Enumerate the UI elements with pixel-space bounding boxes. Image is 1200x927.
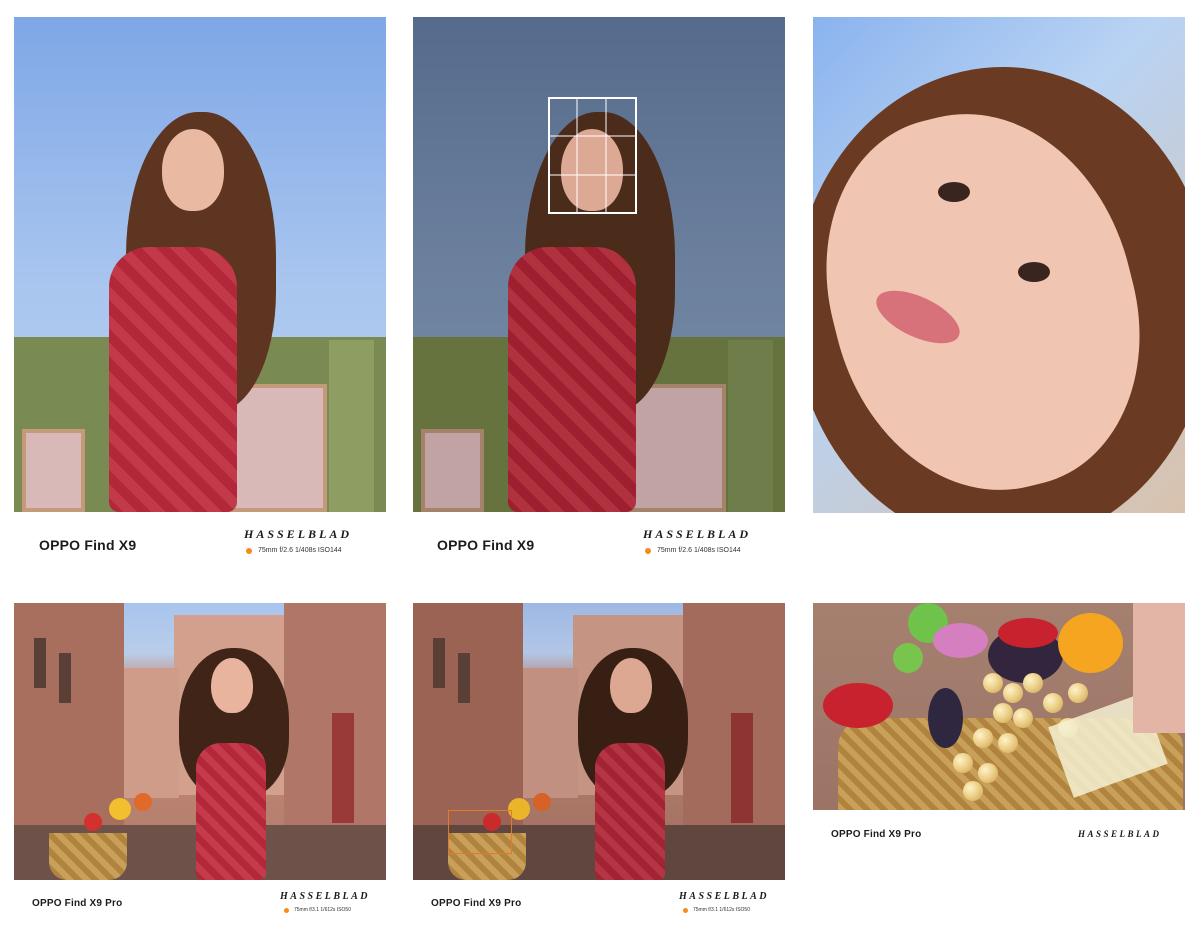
photo-card-6: OPPO Find X9 Pro HASSELBLAD <box>813 603 1185 853</box>
hasselblad-logo: HASSELBLAD <box>244 527 353 541</box>
hasselblad-logo: HASSELBLAD <box>280 891 371 902</box>
alley-portrait-photo <box>14 603 386 880</box>
exif-info: 75mm f/3.1 1/612s ISO50 <box>683 907 750 913</box>
focus-box-icon <box>448 810 512 854</box>
portrait-photo-dark <box>413 17 785 512</box>
exif-dot-icon <box>645 547 651 554</box>
camera-model-label: OPPO Find X9 Pro <box>831 829 922 840</box>
alley-portrait-photo-enhanced <box>413 603 785 880</box>
hasselblad-logo: HASSELBLAD <box>679 891 770 902</box>
flower-basket-photo <box>813 603 1185 810</box>
exif-dot-icon <box>284 907 289 913</box>
exif-dot-icon <box>246 547 252 554</box>
camera-model-label: OPPO Find X9 <box>39 537 137 553</box>
camera-model-label: OPPO Find X9 Pro <box>431 898 522 909</box>
exif-info: 75mm f/3.1 1/612s ISO50 <box>284 907 351 913</box>
photo-card-1: OPPO Find X9 HASSELBLAD 75mm f/2.6 1/408… <box>14 17 386 577</box>
exif-dot-icon <box>683 907 688 913</box>
photo-card-3 <box>813 17 1185 513</box>
portrait-photo-bright <box>14 17 386 512</box>
hasselblad-logo: HASSELBLAD <box>643 527 752 541</box>
photo-card-4: OPPO Find X9 Pro HASSELBLAD 75mm f/3.1 1… <box>14 603 386 923</box>
photo-card-5: OPPO Find X9 Pro HASSELBLAD 75mm f/3.1 1… <box>413 603 785 923</box>
hasselblad-logo: HASSELBLAD <box>1078 829 1162 839</box>
camera-model-label: OPPO Find X9 Pro <box>32 898 123 909</box>
exif-info: 75mm f/2.6 1/408s ISO144 <box>645 547 741 554</box>
photo-card-2: OPPO Find X9 HASSELBLAD 75mm f/2.6 1/408… <box>413 17 785 577</box>
face-closeup-photo <box>813 17 1185 513</box>
exif-info: 75mm f/2.6 1/408s ISO144 <box>246 547 342 554</box>
face-detection-grid-icon <box>548 97 637 214</box>
camera-model-label: OPPO Find X9 <box>437 537 535 553</box>
